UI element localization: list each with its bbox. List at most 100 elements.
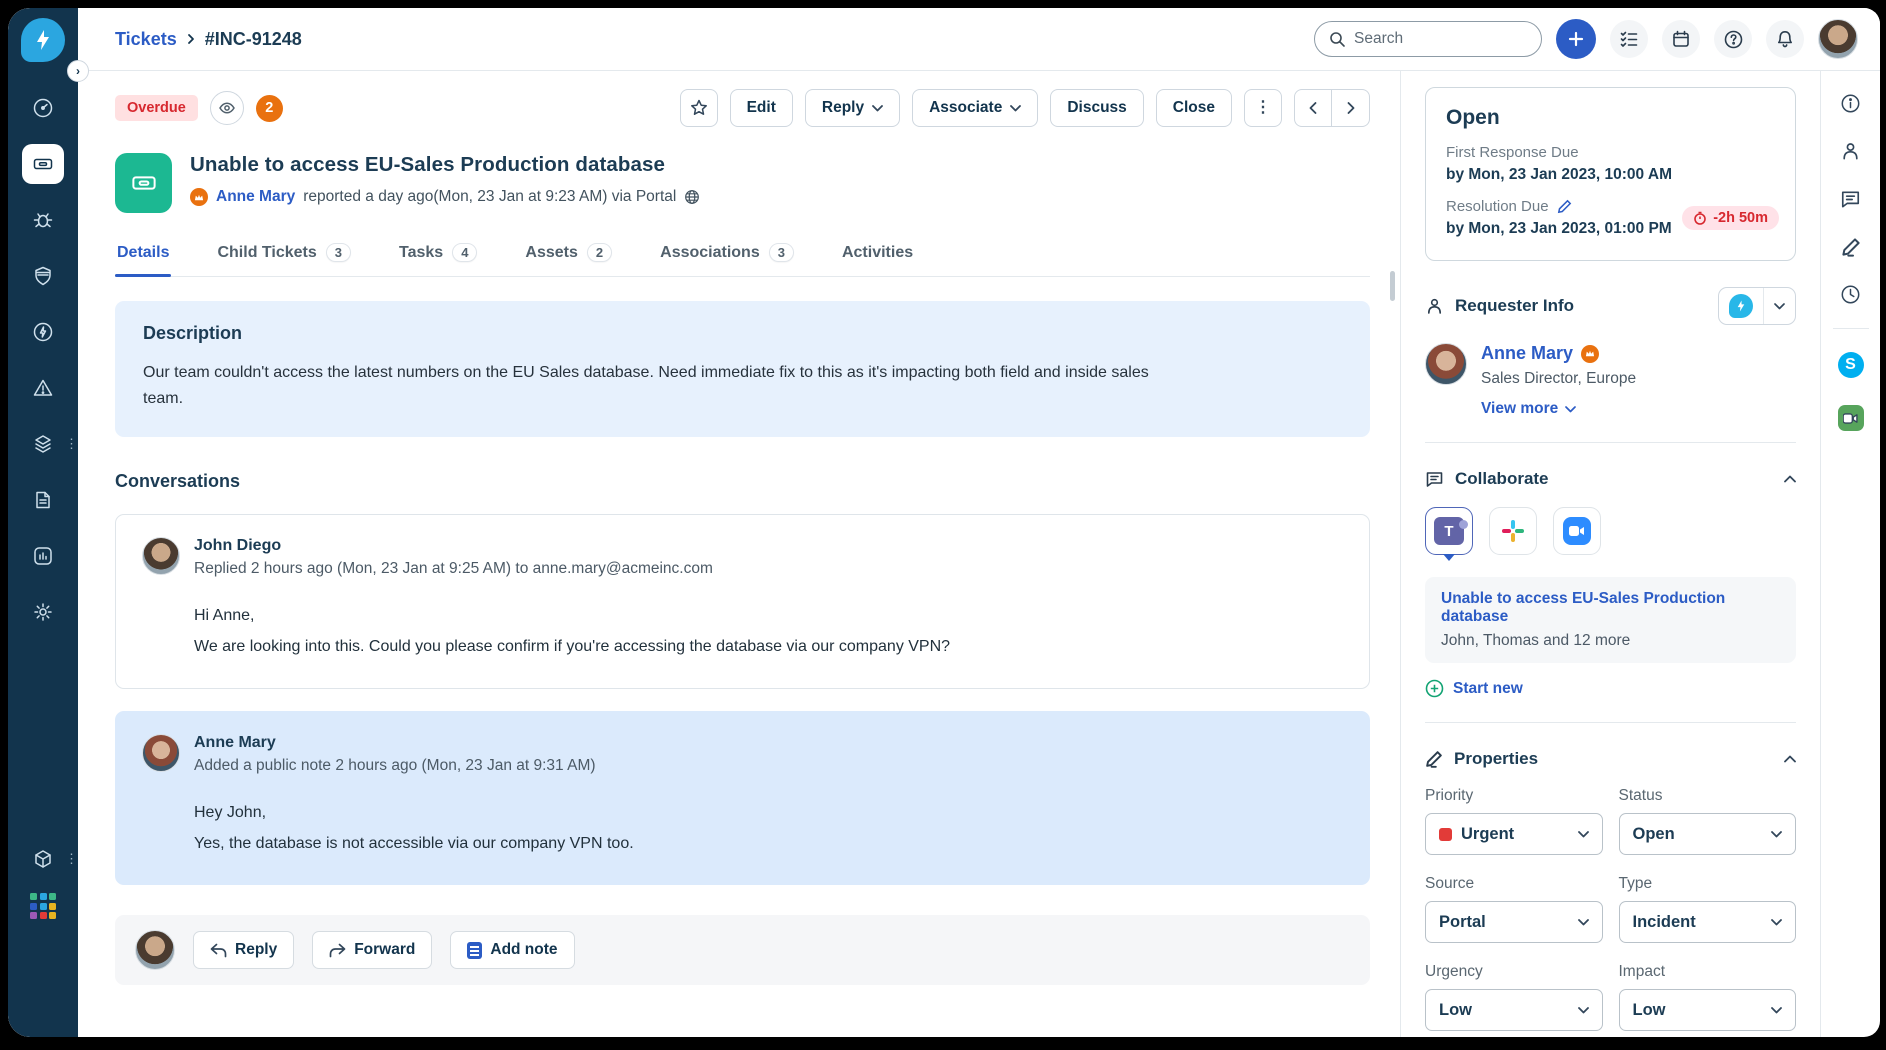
freshservice-app: ⋮ ⋮ › Tickets	[8, 8, 1880, 1037]
ticket-header: Unable to access EU-Sales Production dat…	[115, 153, 1370, 213]
sidebar-collapse-button[interactable]: ›	[67, 60, 89, 82]
ticket-side-panel: Open First Response Due by Mon, 23 Jan 2…	[1400, 71, 1820, 1037]
tab-associations[interactable]: Associations3	[658, 237, 796, 276]
sidebar-item-automation[interactable]	[22, 312, 64, 352]
reply-button[interactable]: Reply	[805, 89, 900, 127]
collab-thread-card: Unable to access EU-Sales Production dat…	[1425, 577, 1796, 663]
first-response-value: by Mon, 23 Jan 2023, 10:00 AM	[1446, 166, 1775, 184]
conversations-heading: Conversations	[115, 471, 1370, 492]
composer-forward-button[interactable]: Forward	[312, 931, 432, 969]
more-actions-button[interactable]: ⋮	[1244, 89, 1282, 127]
type-select[interactable]: Incident	[1619, 901, 1797, 943]
user-avatar[interactable]	[1818, 19, 1858, 59]
scrollbar-thumb[interactable]	[1390, 271, 1395, 301]
composer-add-note-button[interactable]: Add note	[450, 931, 574, 969]
message-meta: Added a public note 2 hours ago (Mon, 23…	[194, 757, 596, 775]
sidebar-item-dashboard[interactable]	[22, 88, 64, 128]
search-icon	[1329, 31, 1346, 48]
chevron-down-icon	[1771, 919, 1782, 926]
priority-select[interactable]: Urgent	[1425, 813, 1603, 855]
view-more-link[interactable]: View more	[1481, 400, 1636, 418]
star-button[interactable]	[680, 89, 718, 127]
chat-icon	[1425, 470, 1444, 489]
slack-tile[interactable]	[1489, 507, 1537, 555]
reply-arrow-icon	[210, 943, 227, 958]
requester-name-link[interactable]: Anne Mary	[216, 188, 295, 206]
edit-resolution-icon[interactable]	[1557, 199, 1572, 214]
sidebar-item-workspace[interactable]: ⋮	[22, 839, 64, 879]
watcher-count-badge[interactable]: 2	[256, 95, 283, 122]
sidebar-item-changes[interactable]	[22, 256, 64, 296]
watch-button[interactable]	[210, 91, 244, 125]
requester-card: Anne Mary Sales Director, Europe View mo…	[1425, 343, 1796, 418]
sidebar-item-contracts[interactable]	[22, 480, 64, 520]
requester-app-selector[interactable]	[1718, 287, 1796, 325]
forward-arrow-icon	[329, 943, 346, 958]
requester-avatar	[1425, 343, 1467, 385]
ticket-detail-main: Overdue 2 Edit Reply Associate	[78, 71, 1400, 1037]
divider	[1425, 442, 1796, 443]
conversation-icon[interactable]	[1840, 189, 1861, 210]
impact-select[interactable]: Low	[1619, 989, 1797, 1031]
associate-button[interactable]: Associate	[912, 89, 1038, 127]
source-select[interactable]: Portal	[1425, 901, 1603, 943]
tab-tasks[interactable]: Tasks4	[397, 237, 479, 276]
start-new-collab-button[interactable]: Start new	[1425, 679, 1796, 698]
new-item-button[interactable]	[1556, 19, 1596, 59]
previous-ticket-button[interactable]	[1294, 89, 1332, 127]
sidebar-item-alerts[interactable]	[22, 368, 64, 408]
plus-circle-icon	[1425, 679, 1444, 698]
reported-meta-text: reported a day ago(Mon, 23 Jan at 9:23 A…	[303, 188, 676, 206]
search-bar[interactable]	[1314, 21, 1542, 57]
tab-count-badge: 4	[452, 243, 477, 262]
time-icon[interactable]	[1840, 284, 1861, 305]
message-meta: Replied 2 hours ago (Mon, 23 Jan at 9:25…	[194, 560, 713, 578]
tab-assets[interactable]: Assets2	[523, 237, 614, 276]
discuss-button[interactable]: Discuss	[1050, 89, 1143, 127]
collapse-section-icon[interactable]	[1784, 755, 1796, 763]
sidebar-item-analytics[interactable]	[22, 536, 64, 576]
notes-pencil-icon[interactable]	[1841, 237, 1861, 257]
slack-icon	[1500, 518, 1526, 544]
collab-thread-link[interactable]: Unable to access EU-Sales Production dat…	[1441, 590, 1780, 626]
impact-label: Impact	[1619, 963, 1797, 981]
tab-activities[interactable]: Activities	[840, 238, 915, 276]
requester-name-link[interactable]: Anne Mary	[1481, 343, 1636, 364]
notifications-button[interactable]	[1766, 20, 1804, 58]
tab-details[interactable]: Details	[115, 238, 171, 276]
todo-list-button[interactable]	[1610, 20, 1648, 58]
breadcrumb-tickets-link[interactable]: Tickets	[115, 29, 177, 50]
close-ticket-button[interactable]: Close	[1156, 89, 1232, 127]
requester-icon[interactable]	[1840, 141, 1861, 162]
layers-icon	[31, 432, 55, 456]
sidebar-item-tickets[interactable]	[22, 144, 64, 184]
apps-grid-icon[interactable]	[30, 893, 56, 919]
message-body: Hi Anne, We are looking into this. Could…	[194, 606, 1343, 658]
calendar-button[interactable]	[1662, 20, 1700, 58]
info-icon[interactable]	[1840, 93, 1861, 114]
urgency-select[interactable]: Low	[1425, 989, 1603, 1031]
ticket-action-bar: Overdue 2 Edit Reply Associate	[115, 89, 1370, 127]
video-call-icon[interactable]	[1838, 405, 1864, 431]
sidebar-item-problems[interactable]	[22, 200, 64, 240]
divider	[1833, 328, 1869, 329]
chevron-right-icon	[185, 33, 197, 45]
sidebar-item-assets[interactable]: ⋮	[22, 424, 64, 464]
collapse-section-icon[interactable]	[1784, 475, 1796, 483]
zoom-tile[interactable]	[1553, 507, 1601, 555]
composer-reply-button[interactable]: Reply	[193, 931, 294, 969]
status-select[interactable]: Open	[1619, 813, 1797, 855]
ms-teams-tile[interactable]: T	[1425, 507, 1473, 555]
next-ticket-button[interactable]	[1332, 89, 1370, 127]
freshworks-logo-icon[interactable]	[21, 18, 65, 62]
workspace-kebab-icon[interactable]: ⋮	[65, 857, 78, 861]
search-input[interactable]	[1354, 30, 1504, 48]
sidebar-item-settings[interactable]	[22, 592, 64, 632]
assets-kebab-icon[interactable]: ⋮	[65, 442, 78, 446]
collaborate-header: Collaborate	[1425, 469, 1796, 489]
skype-icon[interactable]: S	[1838, 352, 1864, 378]
chevron-down-icon	[872, 105, 883, 112]
edit-button[interactable]: Edit	[730, 89, 793, 127]
tab-child-tickets[interactable]: Child Tickets3	[215, 237, 353, 276]
help-button[interactable]	[1714, 20, 1752, 58]
